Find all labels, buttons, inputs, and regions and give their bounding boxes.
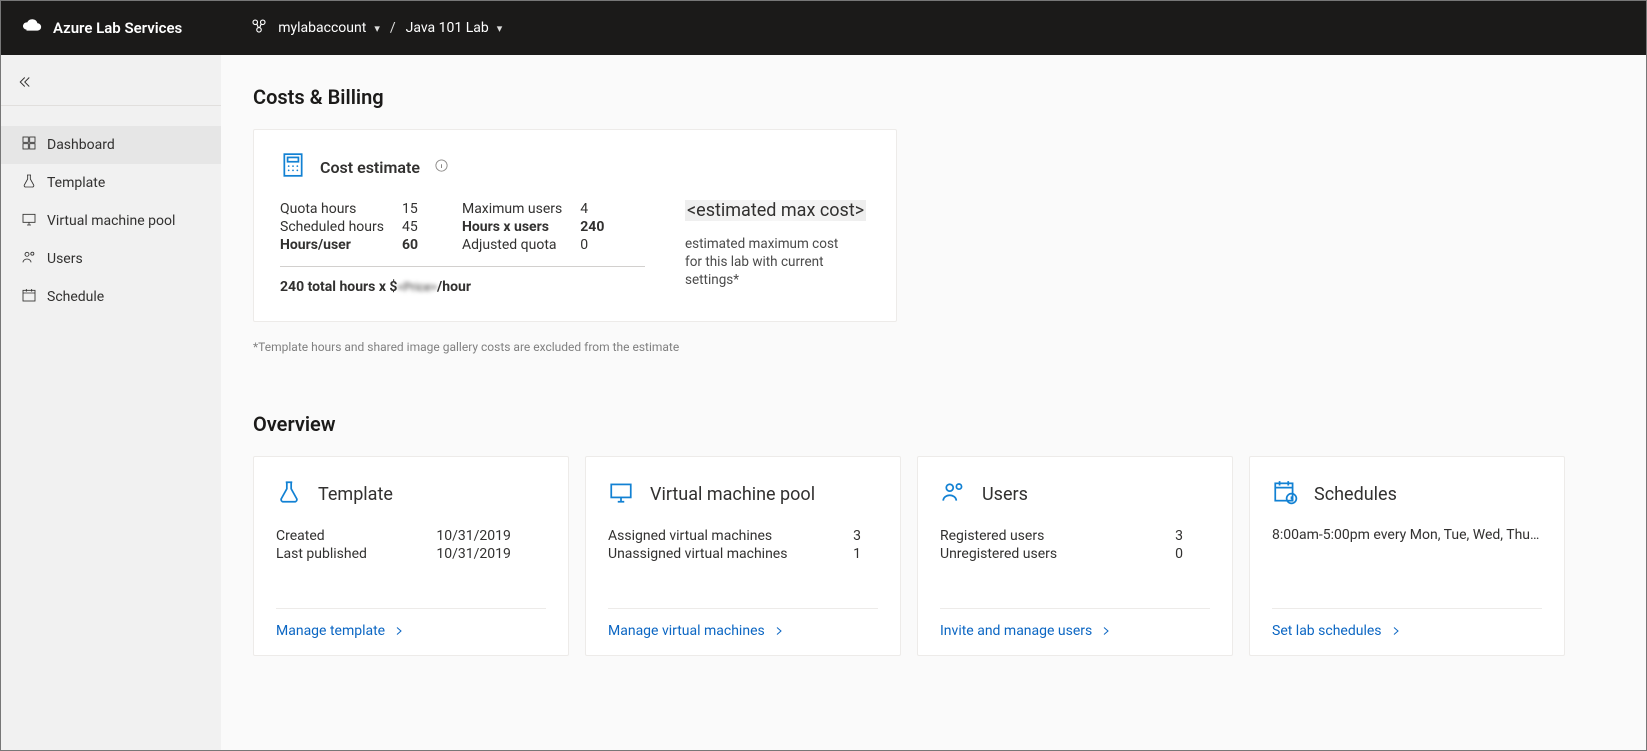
cost-card-title: Cost estimate [320, 158, 420, 177]
info-icon[interactable] [434, 158, 449, 177]
cost-footnote: *Template hours and shared image gallery… [253, 340, 1616, 354]
card-metric-label: Created [276, 527, 436, 545]
sidebar: Dashboard Template Virtual machine pool … [1, 55, 221, 750]
sidebar-item-users[interactable]: Users [1, 240, 221, 278]
chevron-right-icon [1100, 625, 1112, 637]
metric-value: 4 [580, 200, 604, 218]
invite-manage-users-link[interactable]: Invite and manage users [940, 608, 1210, 639]
sidebar-item-label: Dashboard [47, 137, 115, 153]
chevron-right-icon [393, 625, 405, 637]
card-metric-label: Assigned virtual machines [608, 527, 853, 545]
card-metric-value: 3 [1175, 527, 1210, 545]
cost-estimate-summary: <estimated max cost> estimated maximum c… [685, 200, 870, 290]
metric-label: Maximum users [462, 200, 580, 218]
sidebar-item-vmpool[interactable]: Virtual machine pool [1, 202, 221, 240]
card-metric-value: 1 [853, 545, 878, 563]
metric-label: Quota hours [280, 200, 402, 218]
overview-card-vmpool: Virtual machine pool Assigned virtual ma… [585, 456, 901, 656]
card-title: Virtual machine pool [650, 484, 815, 505]
card-metric-value: 0 [1175, 545, 1210, 563]
card-metric-value: 3 [853, 527, 878, 545]
top-bar: Azure Lab Services mylabaccount ▾ / Java… [1, 1, 1646, 55]
flask-icon [21, 173, 37, 193]
main-content: Costs & Billing Cost estimate Quota hour… [221, 55, 1646, 750]
sidebar-item-label: Virtual machine pool [47, 213, 175, 229]
breadcrumb-lab[interactable]: Java 101 Lab ▾ [406, 20, 503, 36]
sidebar-item-label: Template [47, 175, 105, 191]
overview-card-template: Template Created10/31/2019 Last publishe… [253, 456, 569, 656]
brand-text: Azure Lab Services [53, 19, 182, 37]
card-metric-label: Last published [276, 545, 436, 563]
sidebar-item-schedule[interactable]: Schedule [1, 278, 221, 316]
card-title: Template [318, 484, 393, 505]
cost-total-suffix: /hour [437, 279, 471, 295]
chevron-right-icon [773, 625, 785, 637]
overview-card-users: Users Registered users3 Unregistered use… [917, 456, 1233, 656]
manage-virtual-machines-link[interactable]: Manage virtual machines [608, 608, 878, 639]
card-link-label: Set lab schedules [1272, 623, 1382, 639]
metric-label: Adjusted quota [462, 236, 580, 254]
card-link-label: Invite and manage users [940, 623, 1092, 639]
card-link-label: Manage template [276, 623, 385, 639]
metric-label: Scheduled hours [280, 218, 402, 236]
sidebar-item-dashboard[interactable]: Dashboard [1, 126, 221, 164]
metric-label: Hours x users [462, 218, 580, 236]
cost-total-prefix: 240 total hours x $ [280, 279, 397, 295]
metric-value: 45 [402, 218, 422, 236]
card-metric-value: 10/31/2019 [436, 545, 546, 563]
chevron-down-icon: ▾ [374, 22, 380, 35]
cost-metrics-left: Quota hours15 Scheduled hours45 Hours/us… [280, 200, 422, 254]
monitor-icon [608, 479, 634, 509]
breadcrumb: mylabaccount ▾ / Java 101 Lab ▾ [250, 17, 502, 39]
brand: Azure Lab Services [21, 15, 182, 41]
cost-estimate-card: Cost estimate Quota hours15 Scheduled ho… [253, 129, 897, 322]
schedule-summary: 8:00am-5:00pm every Mon, Tue, Wed, Thu, … [1272, 527, 1542, 543]
chevron-right-icon [1390, 625, 1402, 637]
metric-value: 15 [402, 200, 422, 218]
cost-estimate-subtext: estimated maximum cost for this lab with… [685, 235, 845, 290]
card-metric-label: Unassigned virtual machines [608, 545, 853, 563]
chevron-down-icon: ▾ [497, 22, 503, 35]
card-metric-label: Registered users [940, 527, 1175, 545]
sidebar-item-label: Schedule [47, 289, 104, 305]
calculator-icon [280, 152, 306, 182]
flask-icon [276, 479, 302, 509]
metric-value: 240 [580, 218, 604, 236]
card-title: Users [982, 484, 1028, 505]
cost-metrics-right: Maximum users4 Hours x users240 Adjusted… [462, 200, 604, 254]
overview-card-schedules: Schedules 8:00am-5:00pm every Mon, Tue, … [1249, 456, 1565, 656]
sidebar-item-label: Users [47, 251, 83, 267]
card-metric-value: 10/31/2019 [436, 527, 546, 545]
calendar-clock-icon [1272, 479, 1298, 509]
collapse-sidebar-button[interactable] [1, 63, 221, 106]
breadcrumb-separator: / [390, 20, 396, 36]
cost-estimate-headline: <estimated max cost> [685, 200, 866, 221]
breadcrumb-account-label: mylabaccount [278, 20, 366, 36]
overview-section-title: Overview [253, 412, 1616, 436]
monitor-icon [21, 211, 37, 231]
breadcrumb-lab-label: Java 101 Lab [406, 20, 489, 36]
metric-value: 60 [402, 236, 422, 254]
cost-total-line: 240 total hours x $<Price>/hour [280, 279, 645, 295]
card-metric-label: Unregistered users [940, 545, 1175, 563]
card-link-label: Manage virtual machines [608, 623, 765, 639]
costs-section-title: Costs & Billing [253, 85, 1616, 109]
metric-value: 0 [580, 236, 604, 254]
users-icon [21, 249, 37, 269]
cost-total-price: <Price> [397, 280, 437, 294]
set-lab-schedules-link[interactable]: Set lab schedules [1272, 608, 1542, 639]
users-icon [940, 479, 966, 509]
manage-template-link[interactable]: Manage template [276, 608, 546, 639]
card-title: Schedules [1314, 484, 1397, 505]
azure-cloud-icon [21, 15, 43, 41]
dashboard-icon [21, 135, 37, 155]
metric-label: Hours/user [280, 236, 402, 254]
calendar-icon [21, 287, 37, 307]
breadcrumb-account[interactable]: mylabaccount ▾ [278, 20, 380, 36]
lab-account-icon [250, 17, 268, 39]
sidebar-item-template[interactable]: Template [1, 164, 221, 202]
